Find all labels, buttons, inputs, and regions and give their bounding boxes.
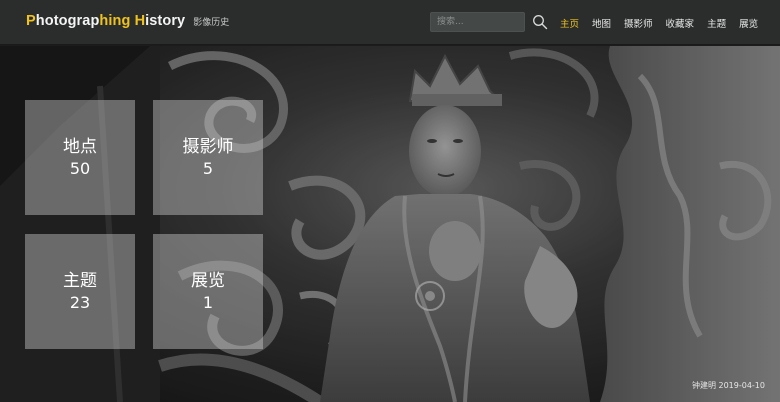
tile-label: 主题	[63, 270, 97, 291]
main-nav: 主页 地图 摄影师 收藏家 主题 展览	[560, 16, 771, 30]
tile-label: 摄影师	[182, 136, 234, 157]
photo-credit: 钟建明 2019-04-10	[691, 381, 765, 390]
tile-label: 地点	[63, 136, 97, 157]
nav-item-photographers[interactable]: 摄影师	[624, 16, 653, 30]
stat-tile-places[interactable]: 地点 50	[25, 100, 135, 215]
stat-tile-exhibitions[interactable]: 展览 1	[153, 234, 263, 349]
tile-label: 展览	[191, 270, 225, 291]
stat-tile-photographers[interactable]: 摄影师 5	[153, 100, 263, 215]
stat-tile-topics[interactable]: 主题 23	[25, 234, 135, 349]
nav-item-topics[interactable]: 主题	[707, 16, 726, 30]
search-icon[interactable]	[532, 14, 548, 30]
tile-count: 5	[202, 158, 214, 178]
tile-count: 1	[202, 292, 214, 312]
tile-count: 23	[69, 292, 91, 312]
tile-count: 50	[69, 158, 91, 178]
brand-subtitle: 影像历史	[193, 18, 230, 28]
brand-title[interactable]: Photographing History	[26, 13, 185, 29]
hero-background-photo: 地点 50 摄影师 5 主题 23 展览 1 钟建明 2019-04-10	[0, 46, 780, 402]
nav-item-map[interactable]: 地图	[592, 16, 611, 30]
search-input[interactable]	[430, 12, 525, 32]
nav-item-home[interactable]: 主页	[560, 16, 579, 30]
nav-item-exhibitions[interactable]: 展览	[739, 16, 758, 30]
top-navbar: Photographing History 影像历史 主页 地图 摄影师 收藏家…	[0, 0, 780, 45]
nav-item-collectors[interactable]: 收藏家	[666, 16, 695, 30]
site-brand[interactable]: Photographing History 影像历史	[26, 13, 229, 29]
